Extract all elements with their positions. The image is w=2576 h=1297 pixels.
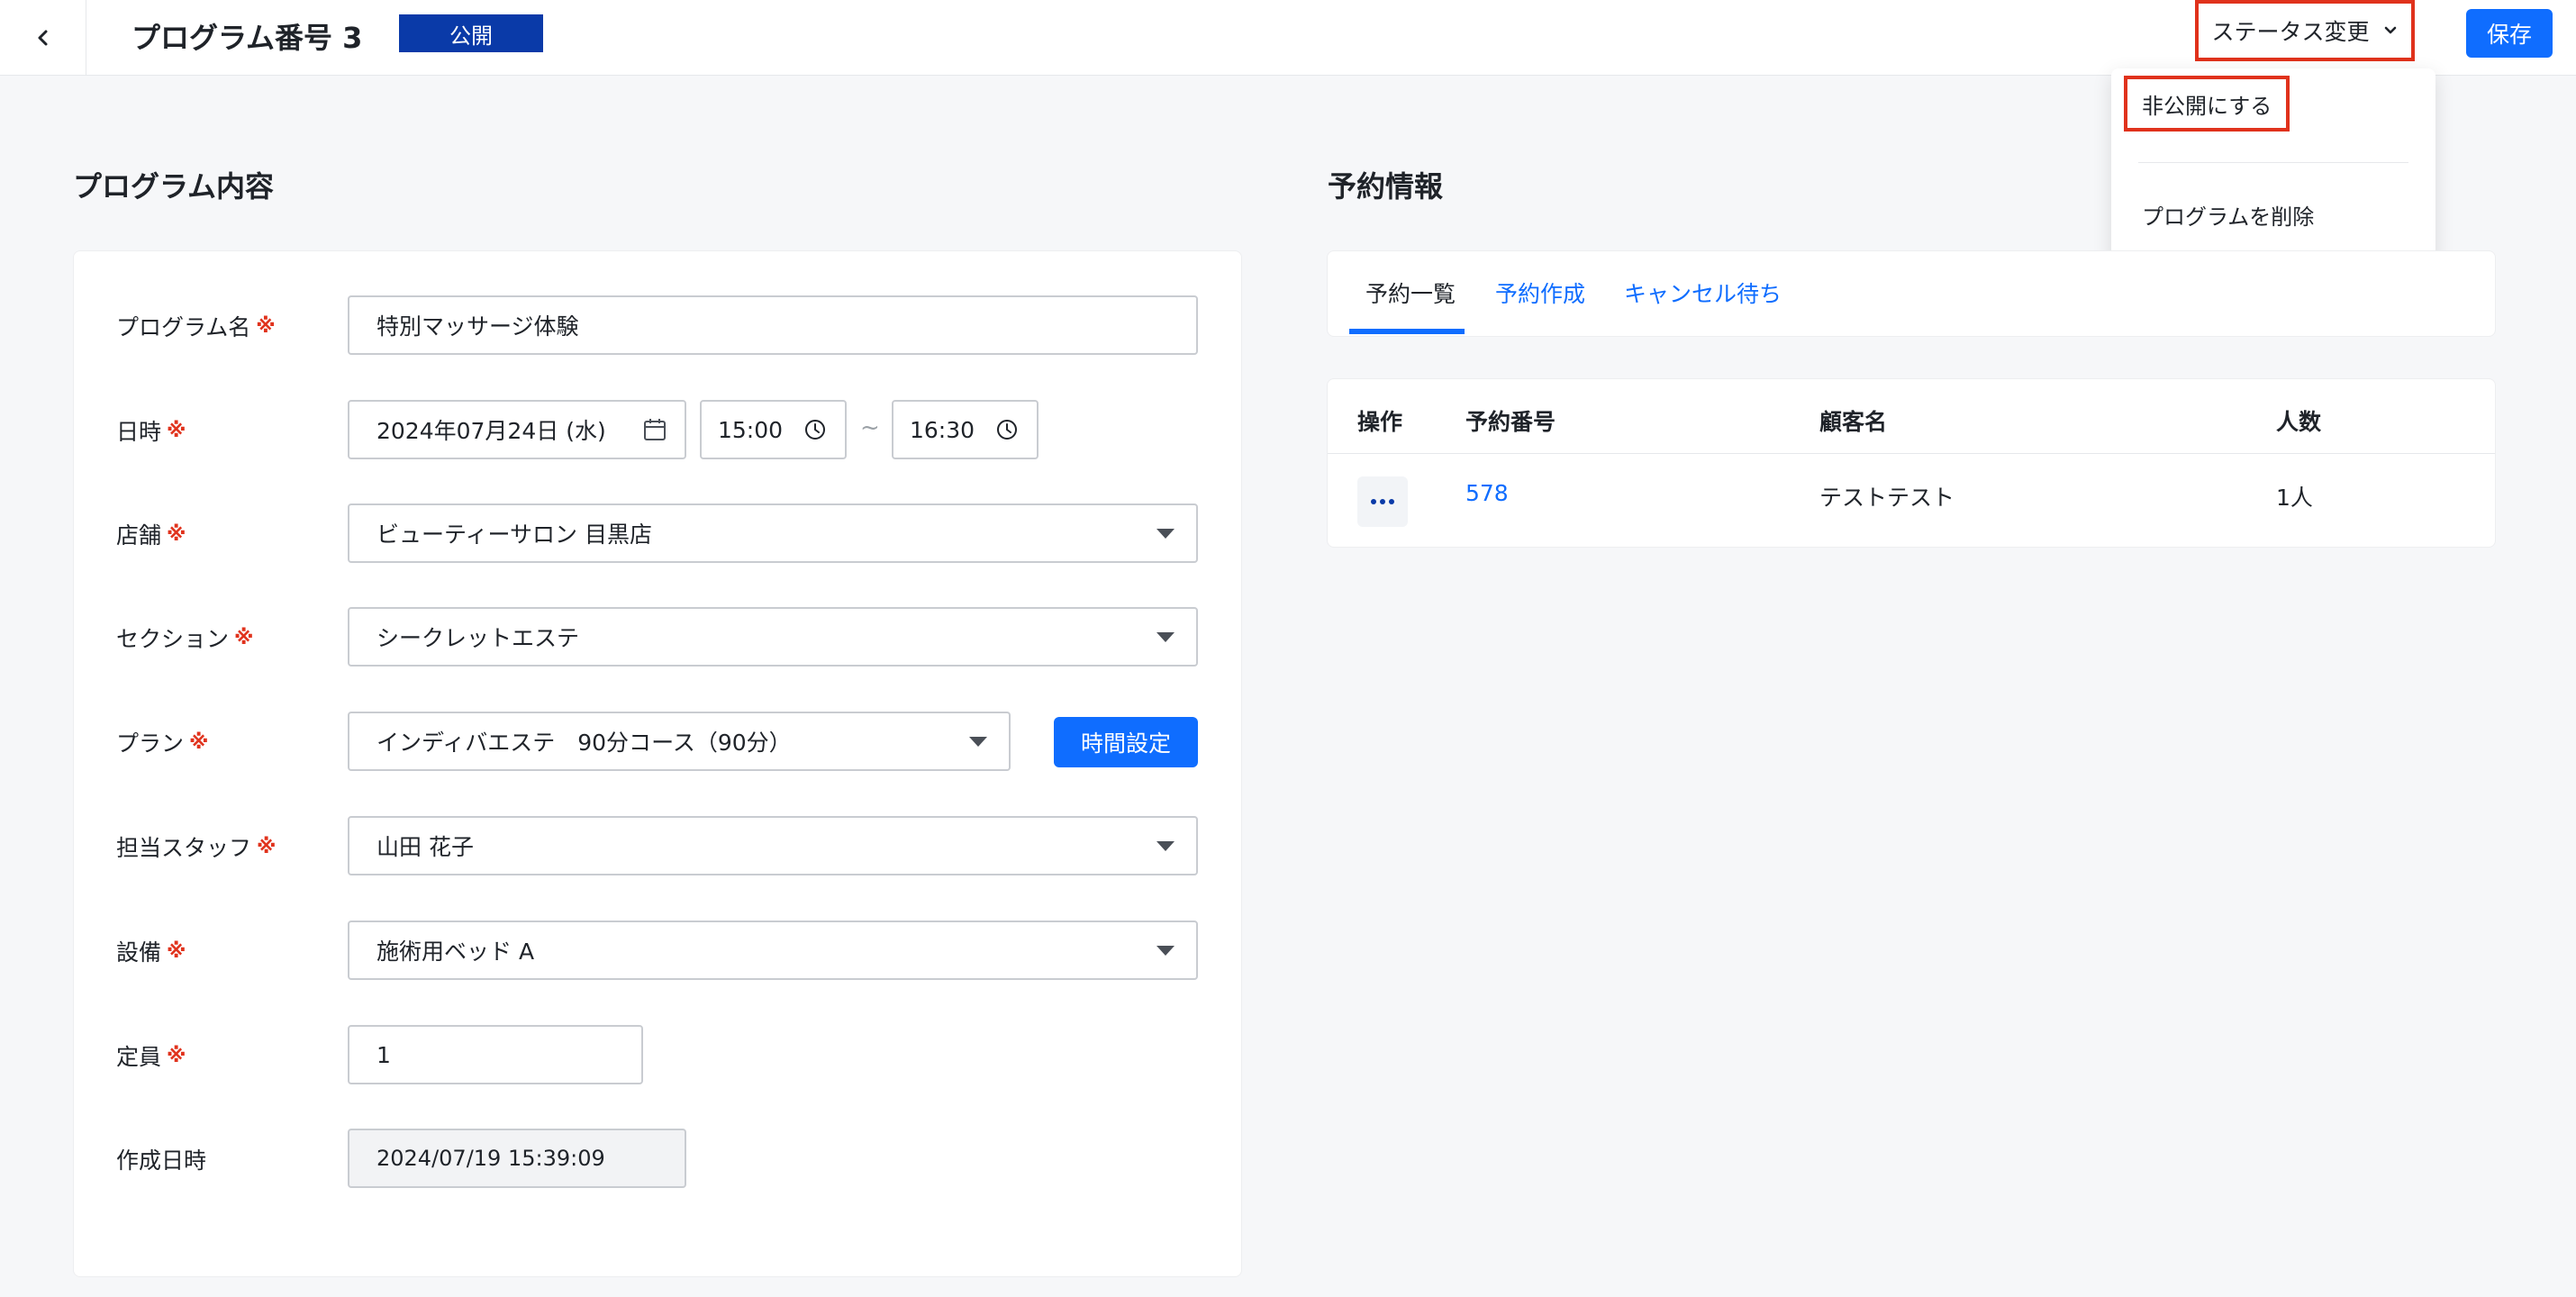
- more-dots-icon: [1389, 499, 1394, 504]
- more-dots-icon: [1380, 499, 1385, 504]
- created-at-value: 2024/07/19 15:39:09: [376, 1146, 605, 1171]
- staff-select[interactable]: 山田 花子: [348, 816, 1198, 875]
- column-header-customer: 顧客名: [1819, 409, 1888, 435]
- customer-name: テストテスト: [1819, 485, 1955, 511]
- date-input[interactable]: 2024年07月24日 (水): [348, 400, 686, 459]
- row-actions-button[interactable]: [1357, 476, 1408, 527]
- reservation-section-title: 予約情報: [1328, 169, 1444, 204]
- plan-select[interactable]: インディバエステ 90分コース（90分）: [348, 712, 1011, 771]
- reservation-number-link[interactable]: 578: [1465, 480, 1509, 506]
- store-select[interactable]: ビューティーサロン 目黒店: [348, 503, 1198, 563]
- equipment-value: 施術用ベッド A: [376, 939, 535, 965]
- created-at-label: 作成日時: [116, 1141, 206, 1177]
- created-at-field: 2024/07/19 15:39:09: [348, 1129, 686, 1188]
- required-mark: ※: [257, 835, 277, 858]
- reservation-table: 操作 予約番号 顧客名 人数 578 テストテスト 1人: [1327, 378, 2496, 548]
- column-header-people: 人数: [2276, 409, 2322, 435]
- time-range-separator: ~: [860, 414, 880, 441]
- section-value: シークレットエステ: [376, 625, 580, 651]
- menu-divider: [2138, 162, 2408, 163]
- active-tab-indicator: [1349, 329, 1465, 334]
- required-mark: ※: [167, 1044, 186, 1067]
- calendar-icon[interactable]: [641, 416, 668, 443]
- time-setting-button[interactable]: 時間設定: [1054, 717, 1198, 767]
- program-name-label-text: プログラム名: [116, 314, 251, 340]
- clock-icon[interactable]: [993, 416, 1020, 443]
- section-select[interactable]: シークレットエステ: [348, 607, 1198, 667]
- caret-down-icon: [969, 737, 987, 747]
- datetime-label-text: 日時: [116, 419, 162, 445]
- tab-waitlist[interactable]: キャンセル待ち: [1624, 251, 1782, 334]
- menu-item-delete-program[interactable]: プログラムを削除: [2142, 195, 2314, 240]
- top-bar: プログラム番号 3 公開 ステータス変更 保存: [0, 0, 2576, 76]
- staff-label-text: 担当スタッフ: [116, 835, 252, 861]
- store-value: ビューティーサロン 目黒店: [376, 522, 652, 548]
- plan-value: インディバエステ 90分コース（90分）: [376, 730, 792, 756]
- required-mark: ※: [167, 419, 186, 442]
- created-at-label-text: 作成日時: [116, 1147, 207, 1174]
- status-change-button[interactable]: ステータス変更: [2195, 0, 2415, 61]
- required-mark: ※: [189, 730, 209, 754]
- end-time-value: 16:30: [910, 416, 975, 443]
- column-header-action: 操作: [1357, 409, 1403, 435]
- staff-label: 担当スタッフ ※: [116, 829, 276, 865]
- reservation-tabs: 予約一覧 予約作成 キャンセル待ち: [1327, 250, 2496, 337]
- caret-down-icon: [1156, 632, 1175, 642]
- equipment-select[interactable]: 施術用ベッド A: [348, 921, 1198, 980]
- capacity-label: 定員 ※: [116, 1038, 186, 1074]
- caret-down-icon: [1156, 529, 1175, 539]
- program-section-title: プログラム内容: [73, 169, 275, 204]
- capacity-label-text: 定員: [116, 1044, 162, 1070]
- menu-item-unpublish[interactable]: 非公開にする: [2124, 76, 2290, 132]
- store-label: 店舗 ※: [116, 516, 186, 552]
- status-dropdown-menu: 非公開にする プログラムを削除: [2111, 68, 2435, 267]
- plan-label: プラン ※: [116, 724, 208, 760]
- required-mark: ※: [167, 939, 186, 963]
- clock-icon[interactable]: [802, 416, 829, 443]
- capacity-value: 1: [376, 1041, 391, 1068]
- chevron-left-icon: [38, 30, 47, 46]
- header-divider: [1328, 453, 2495, 454]
- date-value: 2024年07月24日 (水): [376, 418, 606, 444]
- status-change-label: ステータス変更: [2211, 19, 2370, 45]
- section-label-text: セクション: [116, 626, 230, 652]
- section-label: セクション ※: [116, 620, 253, 656]
- required-mark: ※: [167, 522, 186, 546]
- caret-down-icon: [1156, 946, 1175, 956]
- plan-label-text: プラン: [116, 730, 185, 757]
- tab-reservation-list[interactable]: 予約一覧: [1365, 251, 1456, 334]
- capacity-input[interactable]: 1: [348, 1025, 643, 1084]
- program-name-label: プログラム名 ※: [116, 308, 276, 344]
- equipment-label: 設備 ※: [116, 933, 186, 969]
- page-title: プログラム番号 3: [132, 21, 363, 55]
- status-badge: 公開: [399, 14, 543, 52]
- save-button[interactable]: 保存: [2466, 9, 2553, 58]
- program-name-value: 特別マッサージ体験: [376, 313, 579, 340]
- back-button[interactable]: [0, 0, 86, 76]
- more-dots-icon: [1371, 499, 1376, 504]
- required-mark: ※: [256, 314, 276, 338]
- chevron-down-icon: [2384, 26, 2396, 34]
- program-name-input[interactable]: 特別マッサージ体験: [348, 295, 1198, 355]
- equipment-label-text: 設備: [116, 939, 162, 966]
- caret-down-icon: [1156, 841, 1175, 851]
- column-header-reservation-number: 予約番号: [1465, 409, 1556, 435]
- people-count: 1人: [2276, 485, 2313, 511]
- required-mark: ※: [234, 626, 254, 649]
- staff-value: 山田 花子: [376, 834, 474, 860]
- datetime-label: 日時 ※: [116, 413, 186, 449]
- store-label-text: 店舗: [116, 522, 162, 549]
- start-time-input[interactable]: 15:00: [700, 400, 847, 459]
- end-time-input[interactable]: 16:30: [892, 400, 1039, 459]
- start-time-value: 15:00: [718, 416, 784, 443]
- tab-create-reservation[interactable]: 予約作成: [1495, 251, 1585, 334]
